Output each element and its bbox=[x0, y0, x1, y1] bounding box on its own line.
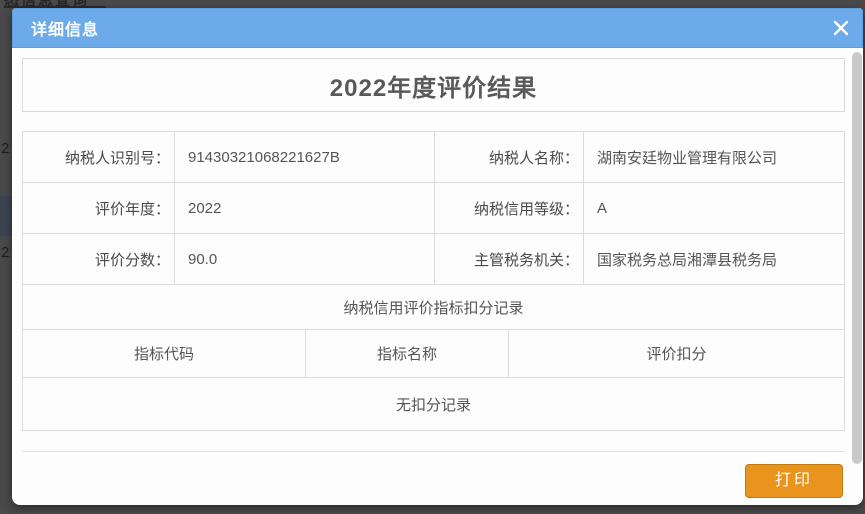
credit-rating-label: 纳税信用等级： bbox=[434, 183, 583, 233]
modal-title: 详细信息 bbox=[31, 16, 99, 40]
deduction-section-title: 纳税信用评价指标扣分记录 bbox=[23, 285, 844, 329]
tax-authority-value: 国家税务总局湘潭县税务局 bbox=[583, 234, 844, 284]
background-fragment-digit: 2 bbox=[1, 140, 12, 158]
credit-rating-value: A bbox=[583, 183, 844, 233]
result-heading: 2022年度评价结果 bbox=[330, 68, 537, 103]
modal-header: 详细信息 bbox=[12, 8, 863, 48]
evaluation-year-label: 评价年度： bbox=[23, 183, 174, 233]
evaluation-year-value: 2022 bbox=[174, 183, 434, 233]
evaluation-score-value: 90.0 bbox=[174, 234, 434, 284]
deduction-section-row: 纳税信用评价指标扣分记录 bbox=[23, 285, 844, 330]
print-button[interactable]: 打印 bbox=[745, 464, 843, 498]
taxpayer-name-label: 纳税人名称： bbox=[434, 132, 583, 182]
background-fragment-text: 态信息查询 bbox=[4, 0, 106, 8]
modal-body: 2022年度评价结果 纳税人识别号： 91430321068221627B 纳税… bbox=[12, 58, 863, 498]
evaluation-score-label: 评价分数： bbox=[23, 234, 174, 284]
vertical-scrollbar-thumb[interactable] bbox=[852, 52, 862, 464]
column-header-indicator-code: 指标代码 bbox=[23, 330, 305, 377]
taxpayer-id-value: 91430321068221627B bbox=[174, 132, 434, 182]
info-row: 纳税人识别号： 91430321068221627B 纳税人名称： 湖南安廷物业… bbox=[23, 132, 844, 183]
taxpayer-id-label: 纳税人识别号： bbox=[23, 132, 174, 182]
modal-footer: 打印 bbox=[22, 451, 845, 498]
taxpayer-name-value: 湖南安廷物业管理有限公司 bbox=[583, 132, 844, 182]
background-fragment-digit: 2 bbox=[1, 244, 12, 262]
deduction-header-row: 指标代码 指标名称 评价扣分 bbox=[23, 330, 844, 378]
tax-authority-label: 主管税务机关： bbox=[434, 234, 583, 284]
result-heading-box: 2022年度评价结果 bbox=[22, 58, 845, 112]
page-background: { "background": { "top_fragment_text": "… bbox=[0, 0, 865, 514]
info-table: 纳税人识别号： 91430321068221627B 纳税人名称： 湖南安廷物业… bbox=[22, 131, 845, 431]
close-button[interactable] bbox=[830, 17, 852, 39]
info-row: 评价年度： 2022 纳税信用等级： A bbox=[23, 183, 844, 234]
column-header-indicator-name: 指标名称 bbox=[305, 330, 508, 377]
close-icon bbox=[833, 20, 849, 36]
background-page-fragment: 态信息查询 bbox=[4, 0, 106, 8]
detail-info-modal: 详细信息 2022年度评价结果 纳税人识别号： 9143032106822162… bbox=[12, 8, 863, 505]
background-highlight-band bbox=[0, 196, 12, 236]
empty-records-message: 无扣分记录 bbox=[23, 378, 844, 430]
column-header-evaluation-deduction: 评价扣分 bbox=[508, 330, 844, 377]
info-row: 评价分数： 90.0 主管税务机关： 国家税务总局湘潭县税务局 bbox=[23, 234, 844, 285]
empty-records-row: 无扣分记录 bbox=[23, 378, 844, 430]
